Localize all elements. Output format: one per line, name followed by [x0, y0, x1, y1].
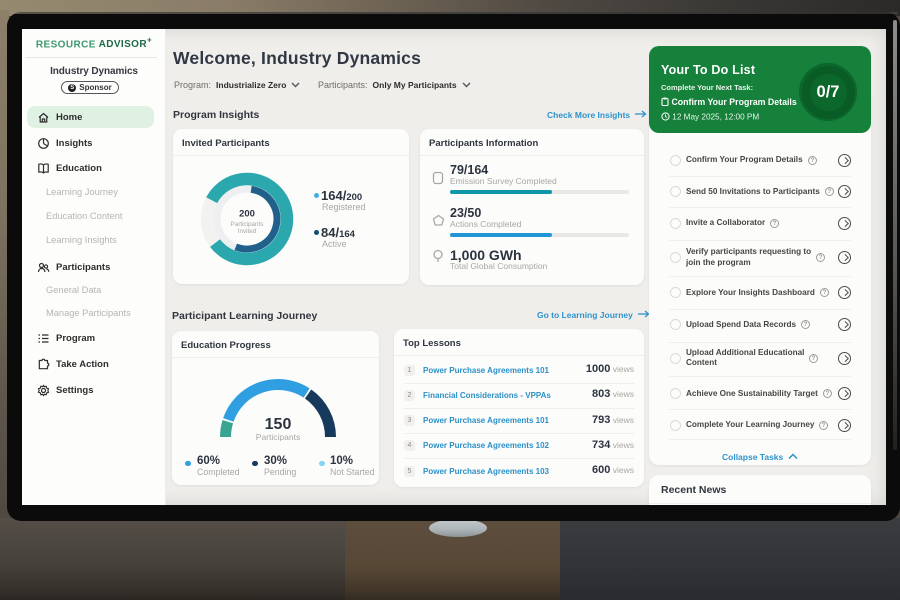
svg-text:Participants: Participants — [256, 432, 300, 441]
svg-text:150: 150 — [265, 416, 292, 433]
svg-text:Participants: Participants — [231, 221, 264, 228]
svg-text:200: 200 — [239, 209, 255, 220]
svg-text:Invited: Invited — [238, 228, 257, 235]
